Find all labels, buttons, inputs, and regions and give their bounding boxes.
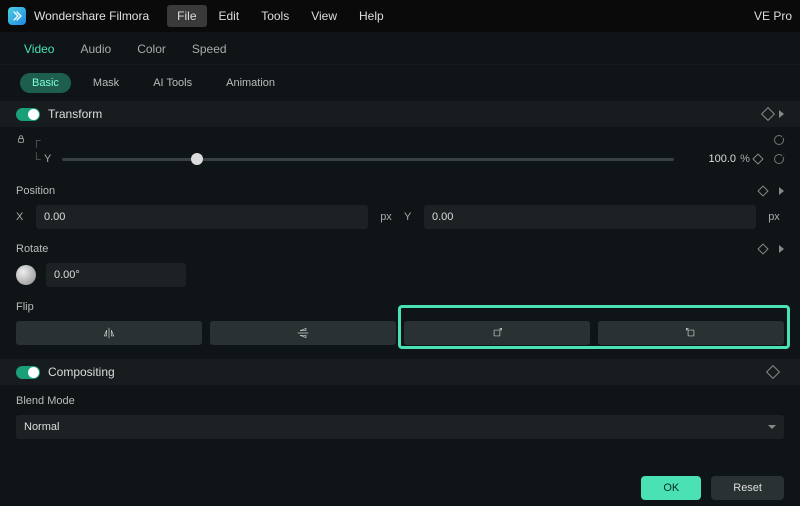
link-corner-top: ┌ <box>32 133 44 147</box>
compositing-header: Compositing <box>0 359 800 385</box>
transform-header: Transform <box>0 101 800 127</box>
subtab-basic[interactable]: Basic <box>20 73 71 93</box>
subtab-ai-tools[interactable]: AI Tools <box>141 73 204 93</box>
inspector-panel: Video Audio Color Speed Basic Mask AI To… <box>0 32 800 506</box>
transform-toggle[interactable] <box>16 108 40 121</box>
menu-view[interactable]: View <box>301 5 347 27</box>
primary-tabs: Video Audio Color Speed <box>0 32 800 65</box>
position-row: X px Y px <box>0 201 800 233</box>
flip-header: Flip <box>0 291 800 317</box>
position-y-input[interactable] <box>424 205 756 229</box>
scale-y-reset-icon[interactable] <box>774 154 784 164</box>
position-keyframe-icon[interactable] <box>757 185 768 196</box>
menu-bar: File Edit Tools View Help <box>167 5 394 27</box>
blend-mode-label: Blend Mode <box>16 395 75 407</box>
flip-row <box>0 317 800 349</box>
menu-edit[interactable]: Edit <box>209 5 250 27</box>
scale-x-reset-icon[interactable] <box>774 135 784 145</box>
subtab-mask[interactable]: Mask <box>81 73 131 93</box>
position-header: Position <box>0 175 800 201</box>
secondary-tabs: Basic Mask AI Tools Animation <box>0 65 800 101</box>
subtab-animation[interactable]: Animation <box>214 73 287 93</box>
menu-tools[interactable]: Tools <box>251 5 299 27</box>
compositing-toggle[interactable] <box>16 366 40 379</box>
scale-y-axis-label: Y <box>44 153 58 165</box>
rotate-expand-icon[interactable] <box>779 245 784 253</box>
app-title: Wondershare Filmora <box>34 9 149 23</box>
tab-audio[interactable]: Audio <box>80 42 111 56</box>
blend-mode-select[interactable]: Normal <box>16 415 784 439</box>
position-label: Position <box>16 185 55 197</box>
scale-y-slider-thumb[interactable] <box>191 153 203 165</box>
flip-horizontal-button[interactable] <box>16 321 202 345</box>
transform-keyframe-icon[interactable] <box>761 107 775 121</box>
rotate-row <box>0 259 800 291</box>
link-corner-bottom: └ <box>32 152 44 166</box>
compositing-label: Compositing <box>48 365 768 379</box>
lock-icon[interactable] <box>16 134 32 147</box>
scale-y-keyframe-icon[interactable] <box>752 153 763 164</box>
scale-y-value[interactable]: 100.0 <box>684 153 736 165</box>
ok-button[interactable]: OK <box>641 476 701 500</box>
rotate-dial[interactable] <box>16 265 36 285</box>
flip-label: Flip <box>16 301 34 313</box>
rotate-ccw-icon <box>684 326 698 340</box>
position-x-unit: px <box>376 211 396 223</box>
transform-label: Transform <box>48 107 763 121</box>
tab-video[interactable]: Video <box>24 42 54 56</box>
position-x-input[interactable] <box>36 205 368 229</box>
flip-horizontal-icon <box>102 326 116 340</box>
title-bar: Wondershare Filmora File Edit Tools View… <box>0 0 800 32</box>
chevron-down-icon <box>768 425 776 429</box>
app-logo <box>8 7 26 25</box>
position-x-label: X <box>16 211 28 223</box>
project-name: VE Pro <box>754 9 792 23</box>
rotate-ccw-button[interactable] <box>598 321 784 345</box>
flip-vertical-button[interactable] <box>210 321 396 345</box>
position-expand-icon[interactable] <box>779 187 784 195</box>
tab-speed[interactable]: Speed <box>192 42 227 56</box>
blend-mode-header: Blend Mode <box>0 385 800 411</box>
menu-file[interactable]: File <box>167 5 206 27</box>
rotate-input[interactable] <box>46 263 186 287</box>
scale-y-slider[interactable] <box>62 158 674 161</box>
rotate-label: Rotate <box>16 243 48 255</box>
scale-panel: ┌ └ Y 100.0 % <box>0 127 800 175</box>
position-y-unit: px <box>764 211 784 223</box>
flip-vertical-icon <box>296 326 310 340</box>
menu-help[interactable]: Help <box>349 5 394 27</box>
rotate-cw-icon <box>490 326 504 340</box>
rotate-cw-button[interactable] <box>404 321 590 345</box>
rotate-keyframe-icon[interactable] <box>757 243 768 254</box>
scale-y-unit: % <box>736 153 754 165</box>
footer-buttons: OK Reset <box>641 476 784 500</box>
rotate-header: Rotate <box>0 233 800 259</box>
compositing-keyframe-icon[interactable] <box>766 365 780 379</box>
reset-button[interactable]: Reset <box>711 476 784 500</box>
blend-mode-value: Normal <box>24 421 59 433</box>
transform-expand-icon[interactable] <box>779 110 784 118</box>
position-y-label: Y <box>404 211 416 223</box>
tab-color[interactable]: Color <box>137 42 166 56</box>
